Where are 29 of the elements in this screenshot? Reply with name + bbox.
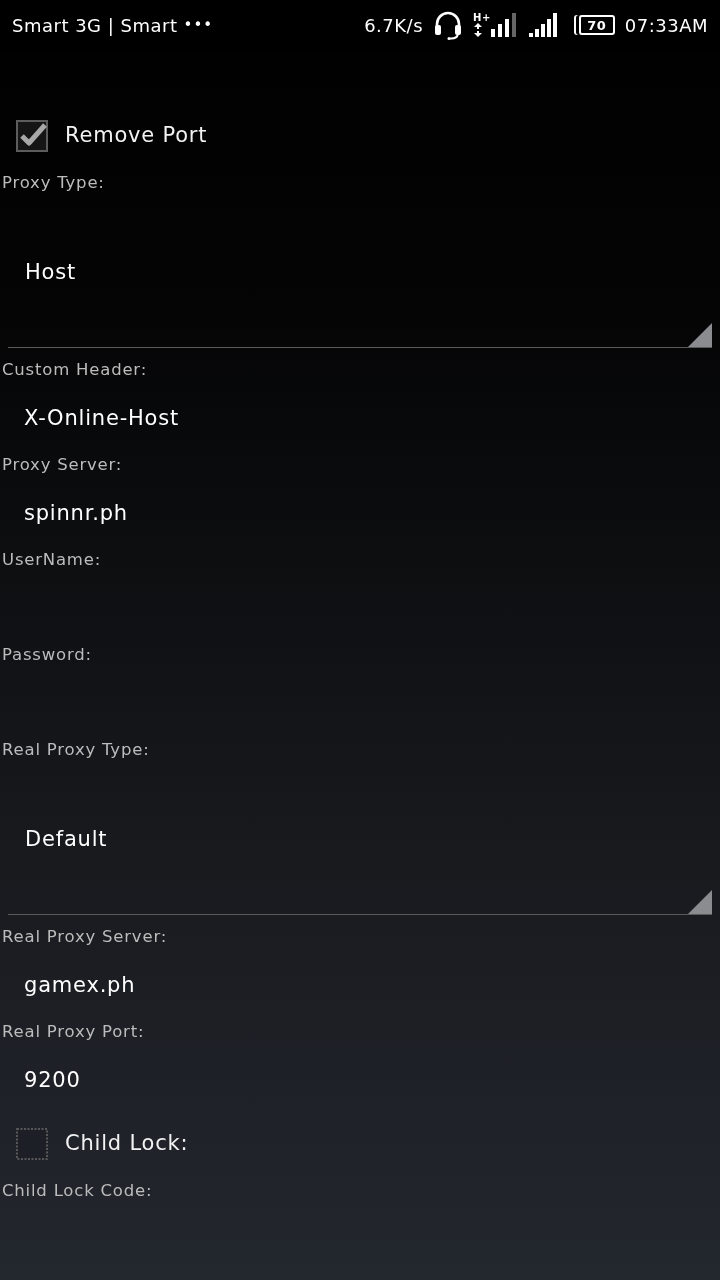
data-arrows-icon bbox=[473, 23, 484, 37]
dropdown-field[interactable]: Default bbox=[8, 765, 712, 915]
field-label: Proxy Type: bbox=[1, 172, 106, 194]
field-label: Custom Header: bbox=[1, 359, 148, 381]
corner-triangle-icon bbox=[688, 323, 712, 347]
field-label: Proxy Server: bbox=[1, 454, 124, 476]
network-speed-label: 6.7K/s bbox=[364, 13, 424, 38]
signal-icon bbox=[490, 13, 519, 37]
field-label: Child Lock Code: bbox=[1, 1180, 154, 1202]
field-label: Real Proxy Port: bbox=[1, 1021, 146, 1043]
text-field[interactable]: gamex.ph bbox=[8, 952, 712, 1017]
corner-triangle-icon bbox=[688, 890, 712, 914]
text-field[interactable]: spinnr.ph bbox=[8, 480, 712, 545]
clock-label: 07:33AM bbox=[624, 13, 708, 38]
field-label: UserName: bbox=[1, 549, 103, 571]
checkbox[interactable] bbox=[16, 1128, 48, 1160]
checkbox-label[interactable]: Child Lock: bbox=[65, 1128, 189, 1160]
checkbox-label[interactable]: Remove Port bbox=[65, 120, 208, 152]
field-label: Real Proxy Server: bbox=[1, 926, 169, 948]
dropdown-field[interactable]: Host bbox=[8, 198, 712, 348]
network-type-label: H+ bbox=[473, 13, 491, 23]
carrier-label: Smart 3G | Smart bbox=[12, 13, 178, 38]
text-field[interactable]: 9200 bbox=[8, 1047, 712, 1112]
field-label: Real Proxy Type: bbox=[1, 739, 151, 761]
headphones-icon bbox=[433, 10, 464, 40]
text-field[interactable]: X-Online-Host bbox=[8, 385, 712, 450]
checkbox[interactable] bbox=[16, 120, 48, 152]
field-label: Password: bbox=[1, 644, 93, 666]
more-notifications-label: ••• bbox=[183, 14, 214, 36]
